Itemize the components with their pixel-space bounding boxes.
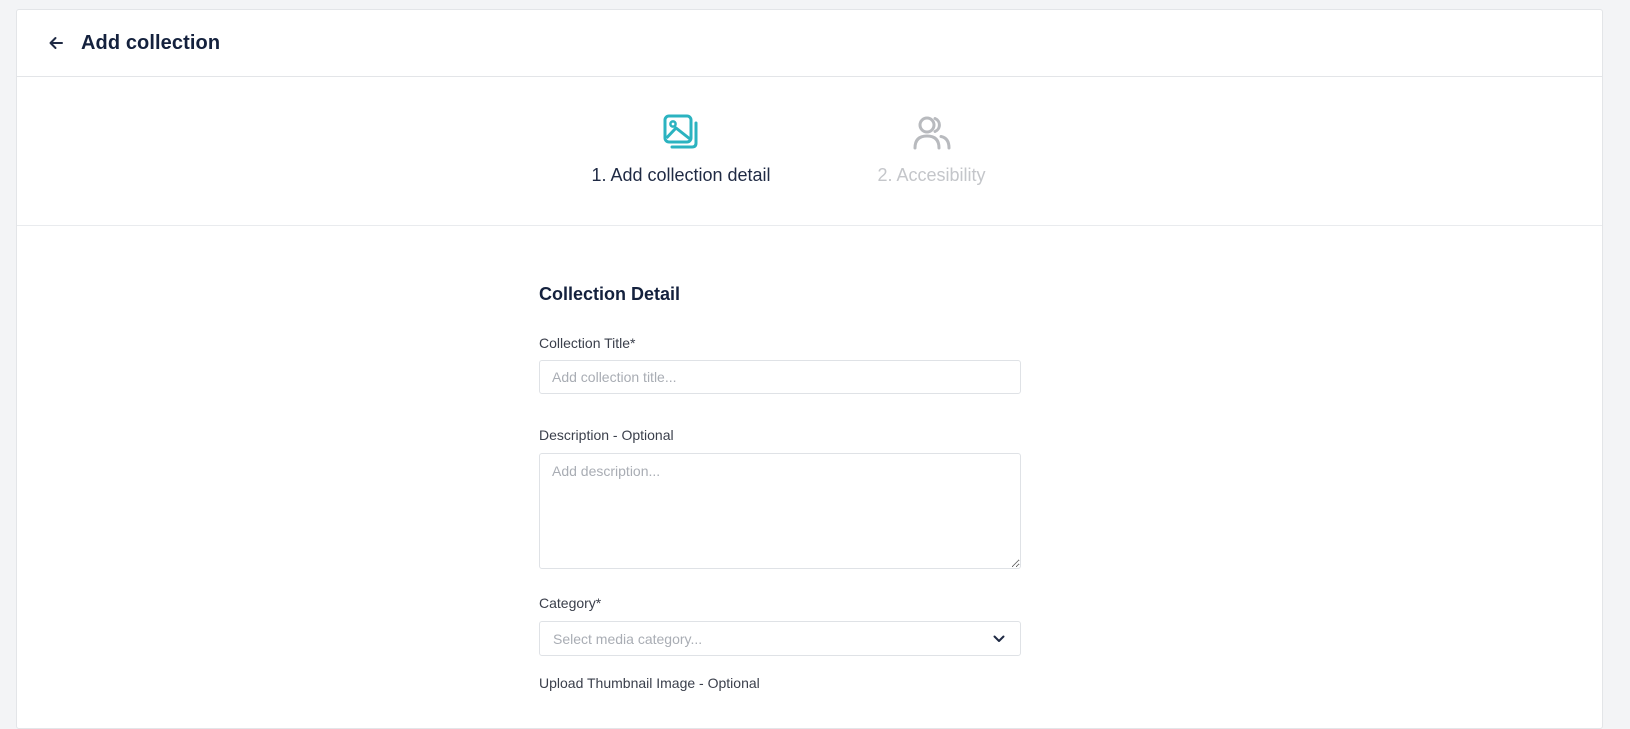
images-icon	[663, 114, 698, 149]
chevron-down-icon	[992, 632, 1006, 646]
category-label: Category*	[539, 595, 602, 611]
step-label: 2. Accesibility	[877, 165, 986, 185]
back-button[interactable]	[45, 32, 67, 54]
collection-detail-form: Collection Detail Collection Title* Desc…	[539, 227, 1021, 693]
arrow-left-icon	[49, 37, 63, 49]
section-title: Collection Detail	[539, 284, 681, 304]
thumbnail-label: Upload Thumbnail Image - Optional	[539, 675, 760, 691]
add-collection-card: Add collection 1. Add collection detail …	[16, 9, 1603, 729]
users-icon	[913, 116, 950, 150]
category-placeholder: Select media category...	[553, 630, 703, 647]
category-select[interactable]: Select media category...	[539, 621, 1021, 656]
step-label: 1. Add collection detail	[591, 165, 771, 185]
collection-title-input[interactable]	[539, 360, 1021, 394]
description-textarea[interactable]	[539, 453, 1021, 569]
page-header: Add collection	[17, 10, 1602, 77]
collection-title-label: Collection Title*	[539, 335, 636, 351]
page-title: Add collection	[81, 31, 221, 54]
description-label: Description - Optional	[539, 427, 674, 443]
stepper: 1. Add collection detail 2. Accesibility	[17, 77, 1602, 226]
